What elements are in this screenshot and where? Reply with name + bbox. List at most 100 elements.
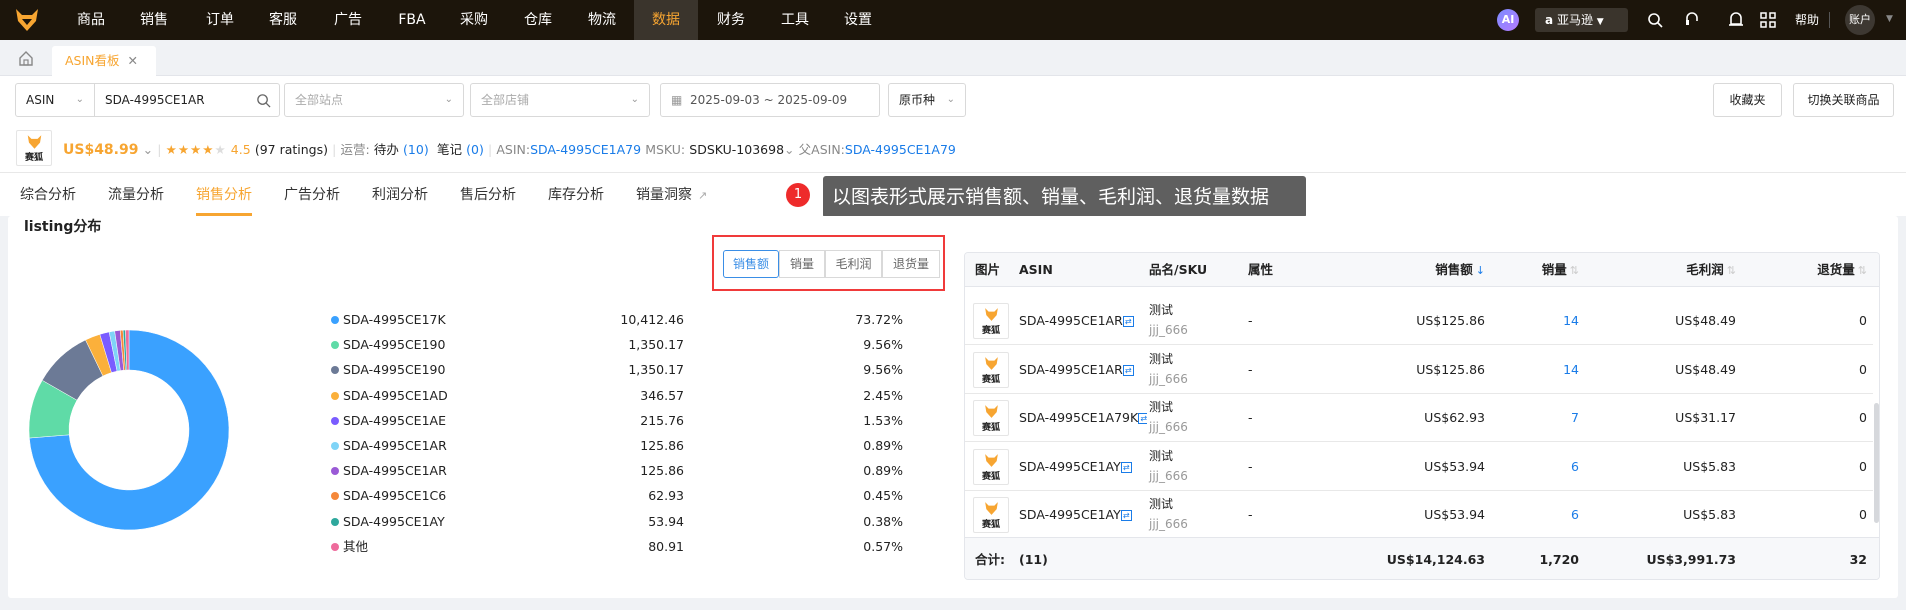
- fox-logo-icon[interactable]: [14, 7, 40, 33]
- qty-link[interactable]: 6: [1485, 443, 1579, 491]
- nav-item[interactable]: 销售: [122, 0, 186, 40]
- qty-link[interactable]: 6: [1485, 491, 1579, 539]
- subtab[interactable]: 利润分析: [372, 180, 428, 216]
- qty-link[interactable]: 7: [1485, 394, 1579, 442]
- date-range-picker[interactable]: ▦ 2025-09-03 ~ 2025-09-09: [660, 83, 880, 117]
- nav-item[interactable]: 工具: [763, 0, 827, 40]
- account-avatar[interactable]: 账户: [1845, 5, 1875, 35]
- fox-logo-icon: [27, 135, 42, 149]
- legend-item[interactable]: SDA-4995CE1AR 125.86 0.89%: [331, 435, 911, 457]
- subtab-label: 利润分析: [372, 187, 428, 203]
- product-thumbnail[interactable]: 赛狐: [973, 497, 1009, 534]
- copy-switch-icon[interactable]: ⇄: [1122, 364, 1134, 376]
- parent-asin-link[interactable]: SDA-4995CE1A79: [845, 142, 956, 157]
- search-type-select[interactable]: ASIN ⌄: [15, 83, 95, 117]
- nav-item[interactable]: 物流: [570, 0, 634, 40]
- chevron-down-icon[interactable]: ⌄: [143, 142, 153, 157]
- legend-value: 53.94: [648, 513, 684, 529]
- tab-asin-board[interactable]: ASIN看板 ✕: [52, 46, 156, 76]
- product-thumbnail[interactable]: 赛狐: [973, 303, 1009, 339]
- chevron-down-icon[interactable]: ⌄: [784, 142, 794, 157]
- product-thumbnail[interactable]: 赛狐: [973, 400, 1009, 437]
- column-header[interactable]: 退货量 ⇅: [1745, 253, 1867, 287]
- column-header[interactable]: 销售额 ↓: [1365, 253, 1485, 287]
- legend-item[interactable]: SDA-4995CE17K 10,412.46 73.72%: [331, 309, 911, 331]
- currency-select[interactable]: 原币种 ⌄: [888, 83, 966, 117]
- nav-item[interactable]: 数据: [634, 0, 698, 40]
- search-icon[interactable]: [256, 93, 271, 108]
- metric-toggle[interactable]: 退货量: [882, 250, 940, 278]
- nav-item[interactable]: 客服: [251, 0, 315, 40]
- ratings-count: (97 ratings): [254, 142, 329, 157]
- legend-item[interactable]: SDA-4995CE190 1,350.17 9.56%: [331, 359, 911, 381]
- product-thumbnail[interactable]: 赛狐: [973, 448, 1009, 485]
- legend-item[interactable]: SDA-4995CE1AD 346.57 2.45%: [331, 385, 911, 407]
- legend-item[interactable]: SDA-4995CE1AE 215.76 1.53%: [331, 410, 911, 432]
- legend-percent: 0.38%: [863, 513, 903, 529]
- account-caret-icon[interactable]: ▼: [1886, 14, 1893, 24]
- subtab[interactable]: 销售分析: [196, 180, 252, 216]
- sort-icon[interactable]: ⇅: [1570, 264, 1579, 277]
- search-icon[interactable]: [1647, 12, 1663, 28]
- notes-count-link[interactable]: (0): [466, 142, 484, 157]
- search-input[interactable]: SDA-4995CE1AR: [94, 83, 280, 117]
- headset-icon[interactable]: [1684, 11, 1700, 29]
- column-header[interactable]: 销量 ⇅: [1485, 253, 1579, 287]
- sort-icon[interactable]: ⇅: [1858, 264, 1867, 277]
- metric-toggle[interactable]: 销量: [779, 250, 825, 278]
- nav-item[interactable]: 广告: [316, 0, 380, 40]
- legend-item[interactable]: SDA-4995CE1AY 53.94 0.38%: [331, 511, 911, 533]
- product-thumbnail[interactable]: 赛狐: [973, 351, 1009, 388]
- legend-item[interactable]: SDA-4995CE1AR 125.86 0.89%: [331, 460, 911, 482]
- nav-item[interactable]: FBA: [380, 0, 444, 40]
- close-icon[interactable]: ✕: [128, 53, 138, 68]
- bell-icon[interactable]: [1728, 11, 1744, 29]
- switch-related-product-button[interactable]: 切换关联商品: [1793, 83, 1894, 117]
- legend-dot-icon: [331, 492, 339, 501]
- legend-name: SDA-4995CE190: [343, 337, 446, 353]
- nav-item[interactable]: 采购: [442, 0, 506, 40]
- nav-item[interactable]: 财务: [699, 0, 763, 40]
- subtab[interactable]: 售后分析: [460, 180, 516, 216]
- nav-item[interactable]: 仓库: [506, 0, 570, 40]
- metric-toggle[interactable]: 销售额: [723, 250, 779, 278]
- tab-label: ASIN看板: [65, 53, 120, 68]
- sort-icon[interactable]: ⇅: [1727, 264, 1736, 277]
- qty-link[interactable]: 14: [1485, 346, 1579, 394]
- subtab[interactable]: 库存分析: [548, 180, 604, 216]
- todo-count-link[interactable]: (10): [403, 142, 429, 157]
- legend-name: SDA-4995CE1AY: [343, 513, 445, 529]
- nav-item[interactable]: 设置: [826, 0, 890, 40]
- column-header[interactable]: 毛利润 ⇅: [1585, 253, 1736, 287]
- table-scrollbar[interactable]: [1874, 403, 1879, 523]
- donut-chart: [29, 330, 229, 530]
- qty-link[interactable]: 14: [1485, 297, 1579, 345]
- legend-item[interactable]: SDA-4995CE190 1,350.17 9.56%: [331, 334, 911, 356]
- legend-value: 1,350.17: [628, 337, 684, 353]
- home-icon[interactable]: [18, 50, 34, 66]
- subtab[interactable]: 综合分析: [20, 180, 76, 216]
- asin-link[interactable]: SDA-4995CE1A79: [530, 142, 641, 157]
- subtab[interactable]: 流量分析: [108, 180, 164, 216]
- favorites-button[interactable]: 收藏夹: [1713, 83, 1782, 117]
- copy-switch-icon[interactable]: ⇄: [1138, 413, 1147, 425]
- legend-item[interactable]: SDA-4995CE1C6 62.93 0.45%: [331, 485, 911, 507]
- copy-switch-icon[interactable]: ⇄: [1120, 461, 1132, 473]
- metric-toggle[interactable]: 毛利润: [825, 250, 882, 278]
- copy-switch-icon[interactable]: ⇄: [1122, 316, 1134, 327]
- marketplace-select[interactable]: a 亚马逊 ▼: [1535, 8, 1628, 32]
- nav-item[interactable]: 订单: [188, 0, 252, 40]
- fox-logo-icon: [985, 502, 998, 516]
- thumbnail-text: 赛狐: [981, 423, 1000, 434]
- copy-switch-icon[interactable]: ⇄: [1120, 510, 1132, 522]
- subtab[interactable]: 销量洞察 ↗: [636, 180, 707, 216]
- legend-item[interactable]: 其他 80.91 0.57%: [331, 536, 911, 558]
- apps-grid-icon[interactable]: [1760, 12, 1776, 28]
- site-select[interactable]: 全部站点 ⌄: [284, 83, 464, 117]
- shop-select[interactable]: 全部店铺 ⌄: [470, 83, 650, 117]
- nav-item[interactable]: 商品: [59, 0, 123, 40]
- sort-desc-icon[interactable]: ↓: [1476, 264, 1485, 277]
- ai-button[interactable]: AI: [1497, 9, 1519, 31]
- help-link[interactable]: 帮助: [1795, 0, 1819, 40]
- subtab[interactable]: 广告分析: [284, 180, 340, 216]
